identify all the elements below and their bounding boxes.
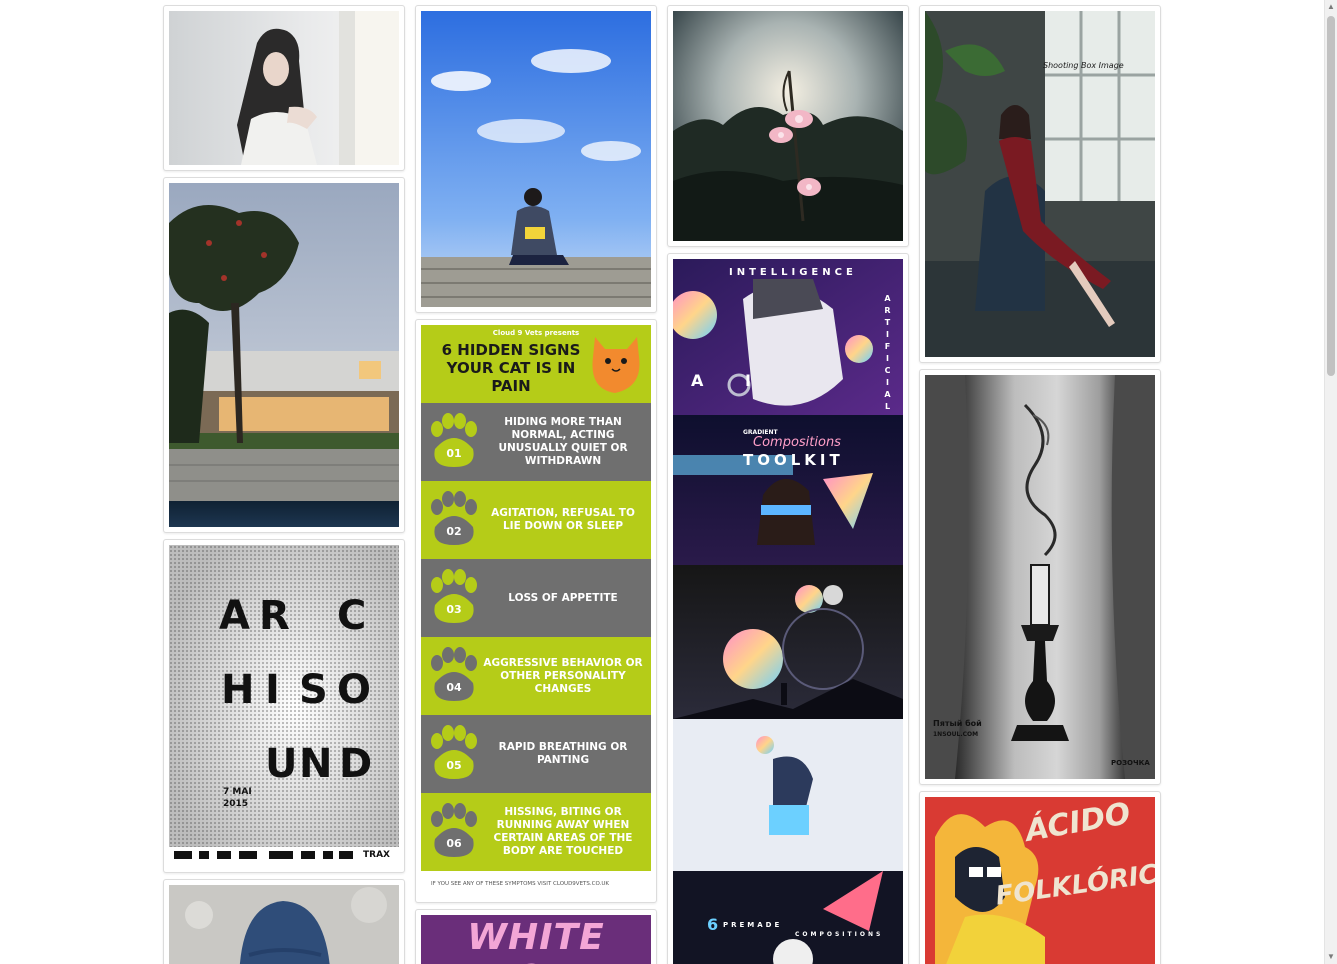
photo-blue-hat	[169, 885, 399, 964]
sign-text: HIDING MORE THAN NORMAL, ACTING UNUSUALL…	[498, 416, 628, 467]
toolkit-script-label: Compositions	[753, 435, 841, 450]
poster-letter-d: D	[339, 741, 373, 787]
sign-text: LOSS OF APPETITE	[508, 591, 618, 604]
gallery-card-woman-steps[interactable]	[415, 5, 657, 313]
cat-icon	[592, 337, 640, 393]
sign-row-5: 05 RAPID BREATHING OR PANTING	[421, 715, 651, 793]
arrow-down-icon[interactable]: ▼	[1325, 950, 1337, 964]
tattoo-site: 1NSOUL.COM	[933, 731, 979, 738]
poster-letter-i: I	[265, 667, 280, 713]
poster-letter-r: R	[259, 593, 290, 639]
gallery-card-archisound-poster[interactable]: A R C H I S O U N D 7 MAI 2015 TRAX	[163, 539, 405, 873]
masonry-gallery: A R C H I S O U N D 7 MAI 2015 TRAX Clou…	[0, 0, 1325, 964]
sign-row-6: 06 HISSING, BITING OR RUNNING AWAY WHEN …	[421, 793, 651, 871]
premade-number: 6	[707, 915, 719, 934]
gallery-card-ai-gradient-posters[interactable]: INTELLIGENCE ARTIFICIAL A I GRADIENT Com…	[667, 253, 909, 964]
sign-number: 05	[446, 759, 462, 772]
sign-number: 01	[446, 447, 462, 460]
photo-pink-blossom	[673, 11, 903, 241]
compositions-word: COMPOSITIONS	[795, 931, 884, 938]
paw-icon: 04	[421, 637, 483, 715]
poster-letter-n: N	[299, 741, 333, 787]
sign-number: 03	[446, 603, 462, 616]
gallery-card-tattoo[interactable]: Пятый бой 1NSOUL.COM РОЗОЧКА	[919, 369, 1161, 785]
poster-date-day: 7 MAI	[223, 787, 252, 797]
sign-row-3: 03 LOSS OF APPETITE	[421, 559, 651, 637]
sign-number: 04	[446, 681, 462, 694]
paw-icon: 06	[421, 793, 483, 871]
gallery-card-pink-blossom[interactable]	[667, 5, 909, 247]
premade-word: PREMADE	[723, 921, 783, 929]
arrow-up-icon[interactable]: ▲	[1325, 0, 1337, 14]
poster-letter-h: H	[221, 667, 255, 713]
poster-footer-brand: TRAX	[363, 850, 390, 860]
gallery-card-blue-hat[interactable]	[163, 879, 405, 964]
poster-white-acid: WHITE ACID	[421, 915, 651, 964]
gallery-column-1: A R C H I S O U N D 7 MAI 2015 TRAX	[163, 5, 405, 964]
photo-woman-on-steps	[421, 11, 651, 307]
sign-row-4: 04 AGGRESSIVE BEHAVIOR OR OTHER PERSONAL…	[421, 637, 651, 715]
ai-side-word: ARTIFICIAL	[884, 294, 892, 411]
photo-woman-by-window	[169, 11, 399, 165]
photo-woman-in-chair: Shooting Box Image	[925, 11, 1155, 357]
gallery-card-cat-pain-infographic[interactable]: Cloud 9 Vets presents 6 HIDDEN SIGNS YOU…	[415, 319, 657, 903]
gallery-card-acido-folklorico[interactable]: ÁCIDO FOLKLÓRICO	[919, 791, 1161, 964]
poster-ai-gradient-compositions: INTELLIGENCE ARTIFICIAL A I GRADIENT Com…	[673, 259, 903, 964]
poster-archisound: A R C H I S O U N D 7 MAI 2015 TRAX	[169, 545, 399, 867]
infographic-footer-text: IF YOU SEE ANY OF THESE SYMPTOMS VISIT C…	[431, 881, 609, 887]
paw-icon: 01	[421, 403, 483, 481]
paw-icon: 03	[421, 559, 483, 637]
poster-letter-a: A	[219, 593, 250, 639]
sign-row-2: 02 AGITATION, REFUSAL TO LIE DOWN OR SLE…	[421, 481, 651, 559]
tattoo-artist: Пятый бой	[933, 719, 982, 728]
photo-modern-house	[169, 183, 399, 527]
poster-white-acid-title: WHITE ACID	[467, 917, 605, 964]
infographic-cat-pain: Cloud 9 Vets presents 6 HIDDEN SIGNS YOU…	[421, 325, 651, 897]
photo-caption: Shooting Box Image	[1043, 61, 1124, 70]
toolkit-word: TOOLKIT	[743, 451, 844, 469]
poster-letter-o: O	[337, 667, 372, 713]
sign-text: AGITATION, REFUSAL TO LIE DOWN OR SLEEP	[491, 507, 635, 532]
paw-icon: 05	[421, 715, 483, 793]
poster-acido-folklorico: ÁCIDO FOLKLÓRICO	[925, 797, 1155, 964]
sign-row-1: 01 HIDING MORE THAN NORMAL, ACTING UNUSU…	[421, 403, 651, 481]
page-scrollbar[interactable]: ▲ ▼	[1324, 0, 1337, 964]
paw-icon: 02	[421, 481, 483, 559]
sign-text: RAPID BREATHING OR PANTING	[498, 741, 628, 766]
gallery-card-woman-chair[interactable]: Shooting Box Image	[919, 5, 1161, 363]
ai-top-word: INTELLIGENCE	[729, 267, 857, 278]
scrollbar-thumb[interactable]	[1327, 16, 1335, 376]
sign-text: HISSING, BITING OR RUNNING AWAY WHEN CER…	[493, 806, 633, 857]
gallery-column-2: Cloud 9 Vets presents 6 HIDDEN SIGNS YOU…	[415, 5, 657, 964]
poster-letter-u: U	[265, 741, 298, 787]
gallery-card-woman-window[interactable]	[163, 5, 405, 171]
sign-number: 06	[446, 837, 462, 850]
gallery-card-white-acid[interactable]: WHITE ACID	[415, 909, 657, 964]
gallery-card-modern-house[interactable]	[163, 177, 405, 533]
poster-letter-c: C	[337, 593, 367, 639]
gallery-column-3: INTELLIGENCE ARTIFICIAL A I GRADIENT Com…	[667, 5, 909, 964]
photo-candle-tattoo: Пятый бой 1NSOUL.COM РОЗОЧКА	[925, 375, 1155, 779]
ai-letters: A I	[691, 371, 769, 390]
infographic-title: 6 HIDDEN SIGNS YOUR CAT IS IN PAIN	[441, 341, 581, 395]
gallery-column-4: Shooting Box Image Пятый бой 1NSOUL.COM …	[919, 5, 1161, 964]
poster-date-year: 2015	[223, 799, 249, 809]
poster-letter-s: S	[299, 667, 328, 713]
sign-number: 02	[446, 525, 462, 538]
sign-text: AGGRESSIVE BEHAVIOR OR OTHER PERSONALITY…	[483, 656, 643, 695]
tattoo-brand: РОЗОЧКА	[1111, 759, 1150, 767]
